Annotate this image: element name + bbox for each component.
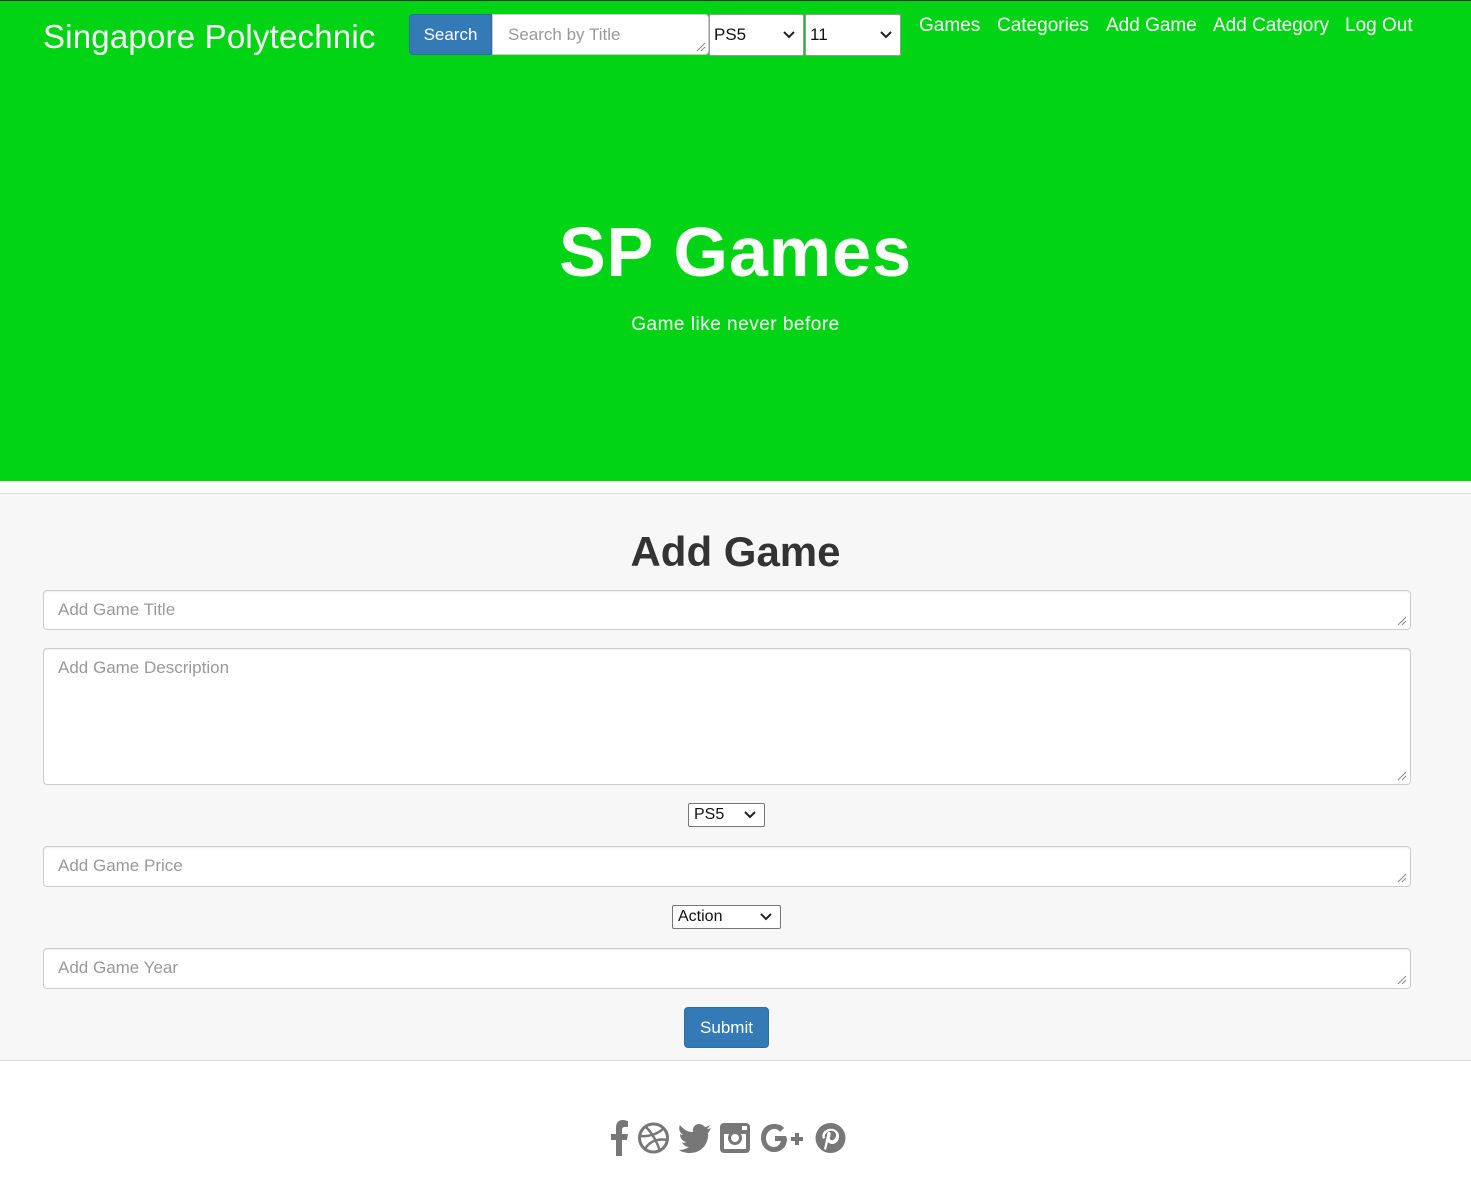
- game-price-input[interactable]: Add Game Price: [43, 846, 1411, 887]
- facebook-icon[interactable]: [608, 1120, 630, 1156]
- game-platform-value: PS5: [694, 806, 725, 823]
- chevron-down-icon: [880, 31, 892, 39]
- nav-add-game[interactable]: Add Game: [1106, 15, 1197, 37]
- form-title: Add Game: [630, 528, 841, 575]
- game-year-input[interactable]: Add Game Year: [43, 948, 1411, 989]
- number-select-value: 11: [810, 25, 828, 44]
- instagram-icon[interactable]: [719, 1120, 751, 1156]
- resize-grip-icon: [1397, 873, 1407, 883]
- dribbble-icon[interactable]: [637, 1120, 670, 1156]
- game-category-select[interactable]: Action: [672, 905, 781, 929]
- nav-categories[interactable]: Categories: [997, 15, 1089, 37]
- search-input[interactable]: Search by Title: [492, 14, 709, 55]
- nav-games[interactable]: Games: [919, 15, 980, 37]
- platform-select[interactable]: PS5: [709, 14, 804, 56]
- submit-button[interactable]: Submit: [684, 1007, 769, 1048]
- platform-select-value: PS5: [714, 25, 747, 44]
- hero-subtitle: Game like never before: [631, 314, 840, 335]
- nav-add-category[interactable]: Add Category: [1213, 15, 1329, 37]
- nav-log-out[interactable]: Log Out: [1345, 15, 1413, 37]
- resize-grip-icon: [1397, 616, 1407, 626]
- chevron-down-icon: [760, 913, 772, 921]
- resize-grip-icon: [1397, 975, 1407, 985]
- game-category-value: Action: [678, 908, 723, 925]
- number-select[interactable]: 11: [805, 14, 901, 56]
- chevron-down-icon: [744, 811, 756, 819]
- hero-title: SP Games: [558, 213, 913, 291]
- pinterest-icon[interactable]: [814, 1120, 847, 1156]
- resize-grip-icon: [696, 42, 706, 52]
- game-description-input[interactable]: Add Game Description: [43, 648, 1411, 785]
- game-title-input[interactable]: Add Game Title: [43, 590, 1411, 630]
- google-plus-icon[interactable]: [759, 1120, 807, 1156]
- search-button[interactable]: Search: [409, 14, 492, 55]
- twitter-icon[interactable]: [678, 1120, 712, 1156]
- resize-grip-icon: [1397, 771, 1407, 781]
- brand-title[interactable]: Singapore Polytechnic: [43, 18, 376, 56]
- chevron-down-icon: [783, 31, 795, 39]
- game-platform-select[interactable]: PS5: [688, 803, 765, 827]
